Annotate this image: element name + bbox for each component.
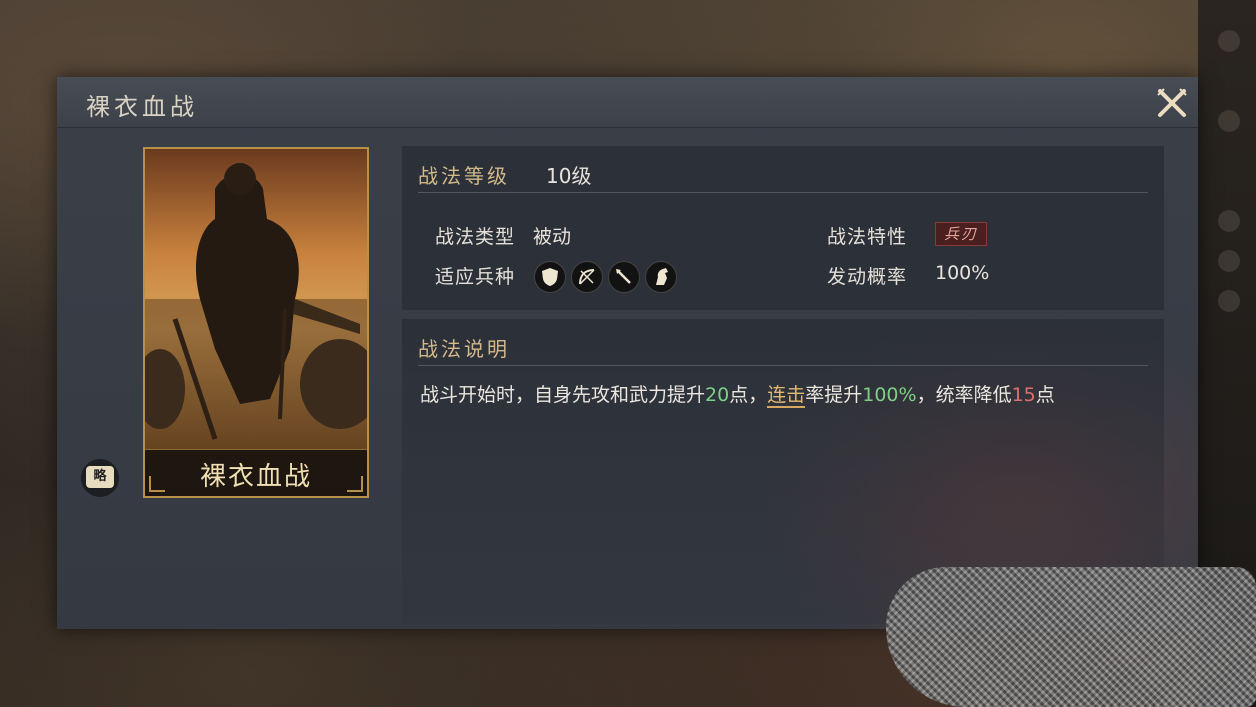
tactic-dialog: 裸衣血战 裸衣血战 略 战法等级 10级 战法类型 被动 战法特性 兵刃 适应兵… — [57, 77, 1198, 629]
value-green: 100% — [862, 384, 917, 406]
brief-button[interactable]: 略 — [81, 459, 119, 497]
attributes-panel: 战法等级 10级 战法类型 被动 战法特性 兵刃 适应兵种 发动概率 100% — [402, 146, 1164, 310]
description-header-row: 战法说明 — [418, 331, 1148, 366]
value-red: 15 — [1011, 384, 1036, 406]
spear-icon — [608, 261, 640, 293]
description-header: 战法说明 — [418, 337, 510, 361]
brief-label: 略 — [86, 466, 114, 488]
rate-value: 100% — [935, 262, 990, 284]
type-label: 战法类型 — [435, 226, 516, 248]
value-green: 20 — [705, 384, 730, 406]
shield-icon — [534, 261, 566, 293]
trait-label: 战法特性 — [827, 226, 908, 248]
level-row: 战法等级 10级 — [418, 158, 1148, 193]
type-value: 被动 — [533, 226, 572, 248]
tactic-card: 裸衣血战 — [143, 147, 369, 498]
level-label: 战法等级 — [418, 164, 510, 188]
combo-keyword-link[interactable]: 连击 — [767, 384, 806, 408]
warrior-illustration — [145, 149, 367, 450]
description-text: 战斗开始时，自身先攻和武力提升20点，连击率提升100%，统率降低15点 — [420, 384, 1055, 408]
close-button[interactable] — [1150, 81, 1194, 125]
level-value: 10级 — [546, 164, 592, 188]
card-name-bar: 裸衣血战 — [145, 449, 367, 496]
watermark-logo — [886, 567, 1256, 707]
troops-label: 适应兵种 — [435, 266, 516, 288]
card-name: 裸衣血战 — [199, 462, 312, 492]
trait-badge: 兵刃 — [935, 222, 987, 246]
rate-label: 发动概率 — [827, 266, 908, 288]
horse-icon — [645, 261, 677, 293]
bow-icon — [571, 261, 603, 293]
close-icon — [1157, 88, 1187, 117]
dialog-title: 裸衣血战 — [86, 93, 198, 121]
title-bar: 裸衣血战 — [57, 77, 1198, 128]
